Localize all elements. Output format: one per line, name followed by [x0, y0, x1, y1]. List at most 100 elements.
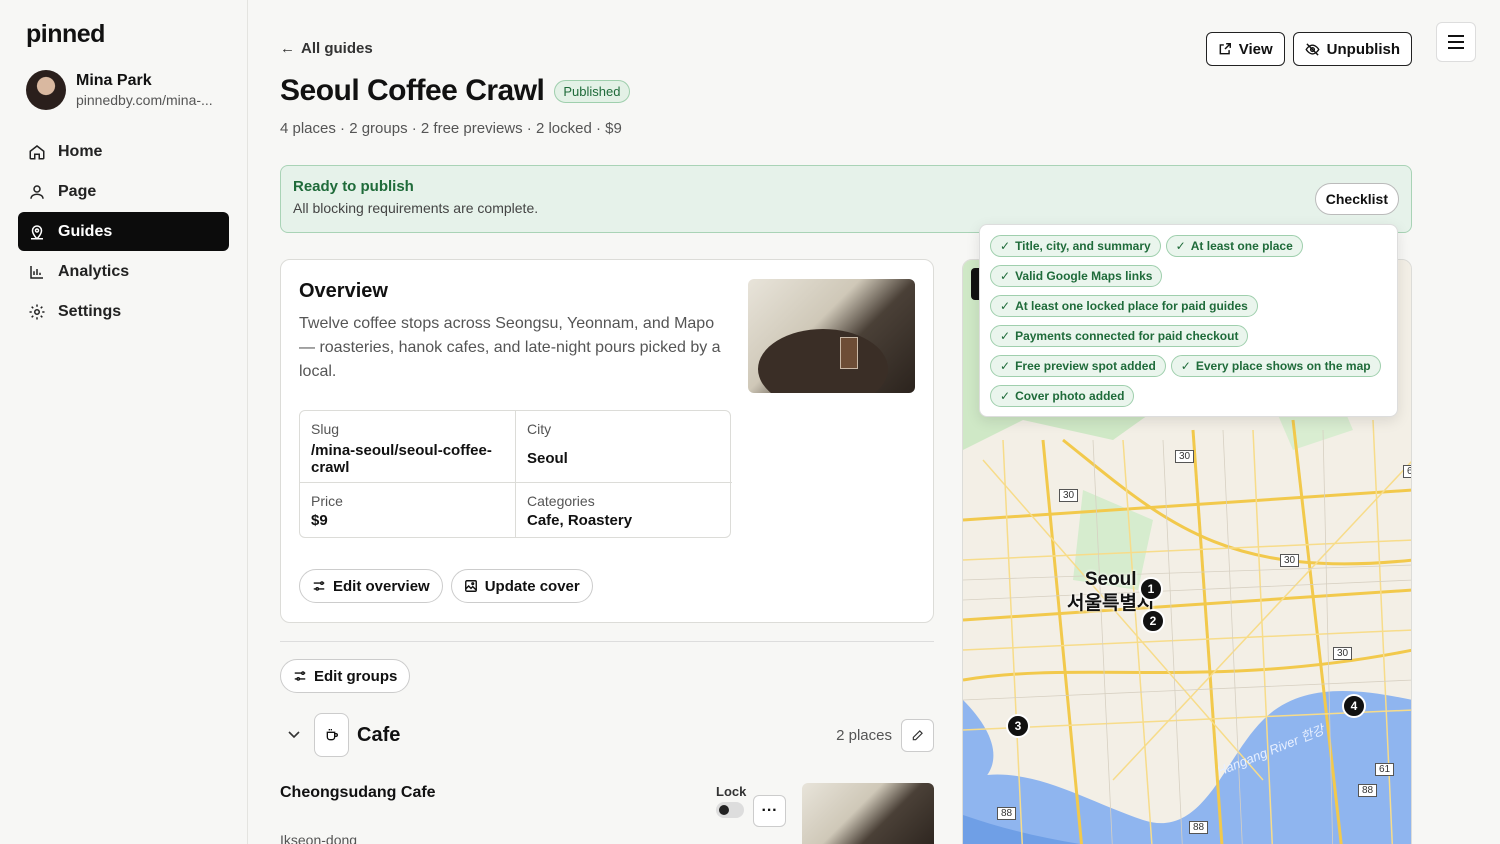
divider	[280, 641, 934, 642]
edit-groups-label: Edit groups	[314, 667, 398, 685]
unpublish-button-label: Unpublish	[1326, 40, 1400, 58]
eye-off-icon	[1305, 42, 1320, 56]
place-name[interactable]: Cheongsudang Cafe	[280, 784, 436, 802]
checklist-item: ✓ Cover photo added	[990, 385, 1135, 407]
title-row: Seoul Coffee Crawl Published	[280, 74, 630, 108]
update-cover-button[interactable]: Update cover	[450, 569, 593, 603]
header-actions: View Unpublish	[1205, 32, 1412, 66]
menu-icon	[1448, 35, 1464, 49]
check-icon: ✓	[1175, 239, 1186, 253]
back-link[interactable]: ← All guides	[280, 40, 373, 57]
check-icon: ✓	[1000, 389, 1011, 403]
more-options-button[interactable]: ···	[753, 795, 786, 827]
map-pin[interactable]: 4	[1342, 694, 1366, 718]
slug-cell: Slug /mina-seoul/seoul-coffee-crawl	[300, 411, 516, 483]
price-cell: Price $9	[300, 483, 516, 538]
sidebar-item-label: Guides	[58, 222, 113, 240]
checklist-item-label: At least one place	[1190, 239, 1293, 253]
checklist-item-label: Cover photo added	[1015, 389, 1125, 403]
check-icon: ✓	[1000, 269, 1011, 283]
categories-value: Cafe, Roastery	[527, 512, 633, 529]
sliders-icon	[313, 581, 325, 591]
sidebar-item-label: Analytics	[58, 262, 130, 280]
status-badge: Published	[554, 79, 630, 103]
route-shield: 88	[1358, 784, 1378, 797]
back-link-label: All guides	[301, 40, 373, 57]
page-title: Seoul Coffee Crawl	[280, 74, 545, 107]
checklist-item-label: At least one locked place for paid guide…	[1015, 299, 1248, 313]
view-button-label: View	[1238, 40, 1273, 58]
checklist-item-label: Free preview spot added	[1015, 359, 1156, 373]
map-pin[interactable]: 3	[1006, 714, 1030, 738]
arrow-left-icon: ←	[280, 40, 295, 57]
route-shield: 6	[1403, 465, 1411, 478]
route-shield: 88	[997, 807, 1017, 820]
hamburger-menu-button[interactable]	[1436, 22, 1476, 62]
sidebar-item-page[interactable]: Page	[18, 172, 229, 211]
map-pin[interactable]: 1	[1139, 577, 1163, 601]
profile-name: Mina Park	[76, 72, 152, 89]
place-area: Ikseon-dong	[280, 832, 358, 844]
view-button[interactable]: View	[1205, 32, 1285, 66]
unpublish-button[interactable]: Unpublish	[1292, 32, 1412, 66]
more-horizontal-icon: ···	[761, 802, 778, 819]
check-icon: ✓	[1000, 299, 1011, 313]
user-icon	[30, 184, 44, 199]
check-icon: ✓	[1000, 359, 1011, 373]
sidebar-item-guides[interactable]: Guides	[18, 212, 229, 251]
lock-toggle[interactable]	[716, 802, 744, 818]
sidebar-item-label: Home	[58, 142, 103, 160]
checklist-items: ✓ Title, city, and summary ✓ At least one …	[990, 235, 1395, 407]
price-label: Price	[311, 493, 343, 509]
edit-group-button[interactable]	[901, 718, 934, 752]
overview-description: Twelve coffee stops across Seongsu, Yeon…	[299, 315, 721, 380]
route-shield: 88	[1189, 821, 1209, 834]
group-header-cafe: Cafe 2 places	[280, 713, 934, 757]
place-photo	[802, 783, 934, 844]
sidebar-item-label: Page	[58, 182, 97, 200]
categories-cell: Categories Cafe, Roastery	[516, 483, 732, 538]
group-name: Cafe	[357, 723, 401, 746]
check-icon: ✓	[1180, 359, 1191, 373]
map-pin[interactable]: 2	[1141, 609, 1165, 633]
checklist-item-label: Every place shows on the map	[1195, 359, 1371, 373]
edit-overview-button[interactable]: Edit overview	[299, 569, 443, 603]
gear-icon	[29, 304, 45, 319]
categories-label: Categories	[527, 493, 595, 509]
slug-label: Slug	[311, 421, 340, 437]
sidebar-nav: Home Page Guides Analytics Settings	[18, 132, 229, 332]
checklist-item: ✓ At least one locked place for paid guid…	[990, 295, 1258, 317]
overview-details: Slug /mina-seoul/seoul-coffee-crawl City…	[299, 410, 732, 538]
ready-title: Ready to publish	[293, 178, 414, 195]
route-shield: 30	[1280, 554, 1300, 567]
main-content: ← All guides Seoul Coffee Crawl Publishe…	[280, 0, 1412, 844]
update-cover-label: Update cover	[484, 577, 580, 595]
guide-meta: 4 places · 2 groups · 2 free previews · …	[280, 120, 622, 137]
bar-chart-icon	[30, 265, 43, 279]
checklist-button[interactable]: Checklist	[1314, 183, 1399, 215]
sidebar-item-home[interactable]: Home	[18, 132, 229, 171]
checklist-item-label: Valid Google Maps links	[1015, 269, 1153, 283]
check-icon: ✓	[1000, 329, 1011, 343]
checklist-item: ✓ Every place shows on the map	[1170, 355, 1381, 377]
route-shield: 30	[1333, 647, 1353, 660]
slug-value: /mina-seoul/seoul-coffee-crawl	[311, 442, 492, 476]
image-edit-icon	[464, 580, 477, 592]
checklist-item-label: Payments connected for paid checkout	[1015, 329, 1239, 343]
logo[interactable]: pinned	[26, 20, 105, 49]
profile[interactable]: Mina Park pinnedby.com/mina-...	[26, 70, 213, 110]
chevron-down-icon[interactable]	[280, 731, 308, 739]
lock-label: Lock	[716, 784, 747, 799]
sidebar-item-analytics[interactable]: Analytics	[18, 252, 229, 291]
overview-card: Overview Twelve coffee stops across Seon…	[280, 259, 934, 623]
home-icon	[29, 144, 45, 159]
edit-overview-label: Edit overview	[333, 577, 430, 595]
checklist-item: ✓ At least one place	[1165, 235, 1303, 257]
edit-groups-button[interactable]: Edit groups	[280, 659, 411, 693]
sidebar-item-settings[interactable]: Settings	[18, 292, 229, 331]
checklist-popover: ✓ Title, city, and summary ✓ At least one …	[979, 224, 1398, 417]
checklist-item: ✓ Free preview spot added	[990, 355, 1166, 377]
cover-photo	[748, 279, 915, 393]
checklist-item: ✓ Valid Google Maps links	[990, 265, 1163, 287]
city-label: City	[527, 421, 552, 437]
